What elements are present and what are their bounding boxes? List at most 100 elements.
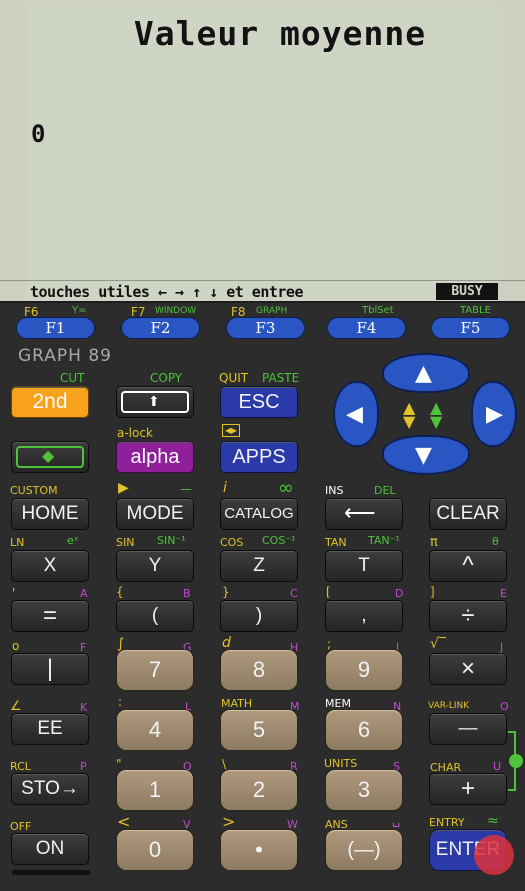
graph-label: GRAPH	[256, 306, 288, 316]
bottom-bar	[12, 870, 90, 875]
theta-label: θ	[492, 535, 499, 548]
pipe-button[interactable]: |	[11, 653, 89, 685]
rparen-button[interactable]: )	[220, 600, 298, 632]
quote-label: "	[116, 757, 122, 771]
up-arrow-button[interactable]: ▲	[382, 353, 470, 393]
negate-button[interactable]: (—)	[325, 829, 403, 871]
f1-button[interactable]: F1	[16, 317, 95, 339]
atan-label: TAN⁻¹	[368, 534, 400, 547]
del-label: DEL	[374, 484, 396, 497]
diamond-icon: ◆	[42, 448, 55, 465]
lbrace-label: {	[116, 585, 124, 599]
paste-label: PASTE	[262, 371, 300, 385]
entry-label: ENTRY	[429, 816, 465, 829]
y-equals-label: Y=	[72, 305, 87, 316]
clear-button[interactable]: CLEAR	[429, 498, 507, 530]
two-button[interactable]: 2	[220, 769, 298, 811]
infinity-label: ∞	[278, 477, 294, 499]
acos-label: COS⁻¹	[262, 534, 296, 547]
tan-label: TAN	[325, 536, 347, 549]
divide-button[interactable]: ÷	[429, 600, 507, 632]
ee-button[interactable]: EE	[11, 713, 89, 745]
contrast-dot-icon	[509, 754, 523, 768]
apostrophe-label: '	[12, 586, 16, 600]
six-button[interactable]: 6	[325, 709, 403, 751]
approx-label: ≈	[487, 813, 499, 829]
colon-label: :	[118, 695, 123, 709]
brand-logo: GRAPH 89	[18, 346, 112, 366]
diamond-button[interactable]: ◆	[11, 441, 89, 473]
three-button[interactable]: 3	[325, 769, 403, 811]
down-arrow-button[interactable]: ▼	[382, 435, 470, 475]
c-label: C	[290, 587, 298, 600]
on-button[interactable]: ON	[11, 833, 89, 865]
touch-indicator	[474, 835, 514, 875]
mode-yellow-icon: ▶	[118, 480, 129, 496]
mode-green-label: —	[180, 482, 192, 496]
arrow-down-icon: ▼	[415, 443, 432, 468]
alpha-button[interactable]: alpha	[116, 441, 194, 473]
p-label: P	[80, 760, 87, 773]
equals-button[interactable]: =	[11, 600, 89, 632]
f4-button[interactable]: F4	[327, 317, 406, 339]
seven-button[interactable]: 7	[116, 649, 194, 691]
cut-label: CUT	[60, 371, 85, 385]
arrow-up-icon: ▲	[415, 361, 432, 386]
o-label: O	[500, 700, 509, 713]
power-button[interactable]: ^	[429, 550, 507, 582]
d-label: D	[395, 587, 404, 600]
five-button[interactable]: 5	[220, 709, 298, 751]
home-button[interactable]: HOME	[11, 498, 89, 530]
sqrt-label: √‾	[430, 636, 446, 652]
t-button[interactable]: T	[325, 550, 403, 582]
copy-label: COPY	[150, 371, 183, 385]
f3-button[interactable]: F3	[226, 317, 305, 339]
yellow-updown-icon: ▲ ▼	[403, 398, 416, 431]
degree-label: o	[12, 639, 20, 653]
cos-label: COS	[220, 536, 244, 549]
minus-button[interactable]: —	[429, 713, 507, 745]
screen-title: Valeur moyenne	[133, 14, 427, 53]
e-label: E	[500, 587, 507, 600]
left-arrow-button[interactable]: ◀	[333, 381, 379, 447]
esc-button[interactable]: ESC	[220, 386, 298, 418]
shift-button[interactable]: ⬆	[116, 386, 194, 418]
multiply-button[interactable]: ×	[429, 653, 507, 685]
u-label: U	[493, 760, 502, 773]
var-link-label: VAR-LINK	[428, 701, 470, 711]
help-text: touches utiles ← → ↑ ↓ et entree	[30, 283, 303, 301]
f2-button[interactable]: F2	[121, 317, 200, 339]
green-updown-icon: ▲ ▼	[430, 398, 443, 431]
f5-button[interactable]: F5	[431, 317, 510, 339]
y-button[interactable]: Y	[116, 550, 194, 582]
second-button[interactable]: 2nd	[11, 386, 89, 418]
backspace-button[interactable]: ⟵	[325, 498, 403, 530]
z-button[interactable]: Z	[220, 550, 298, 582]
apps-button[interactable]: APPS	[220, 441, 298, 473]
mode-button[interactable]: MODE	[116, 498, 194, 530]
right-arrow-button[interactable]: ▶	[471, 381, 517, 447]
keypad: F6 Y= F7 WINDOW F8 GRAPH TblSet TABLE F1…	[0, 303, 525, 891]
backspace-arrow-icon: ⟵	[344, 500, 376, 525]
comma-button[interactable]: ,	[325, 600, 403, 632]
x-button[interactable]: X	[11, 550, 89, 582]
sto-button[interactable]: STO→	[11, 773, 89, 805]
plus-button[interactable]: +	[429, 773, 507, 805]
eight-button[interactable]: 8	[220, 649, 298, 691]
i-label: i	[223, 480, 227, 496]
four-button[interactable]: 4	[116, 709, 194, 751]
decimal-button[interactable]: •	[220, 829, 298, 871]
custom-label: CUSTOM	[10, 484, 58, 497]
space-label: ␣	[392, 813, 401, 828]
zero-button[interactable]: 0	[116, 829, 194, 871]
lparen-button[interactable]: (	[116, 600, 194, 632]
screen-value: 0	[31, 120, 46, 148]
nine-button[interactable]: 9	[325, 649, 403, 691]
catalog-button[interactable]: CATALOG	[220, 498, 298, 530]
a-label: A	[80, 587, 88, 600]
asin-label: SIN⁻¹	[157, 534, 186, 547]
table-label: TABLE	[460, 305, 491, 316]
one-button[interactable]: 1	[116, 769, 194, 811]
tblset-label: TblSet	[362, 305, 394, 316]
lcd-screen: Valeur moyenne 0 touches utiles ← → ↑ ↓ …	[0, 0, 525, 303]
